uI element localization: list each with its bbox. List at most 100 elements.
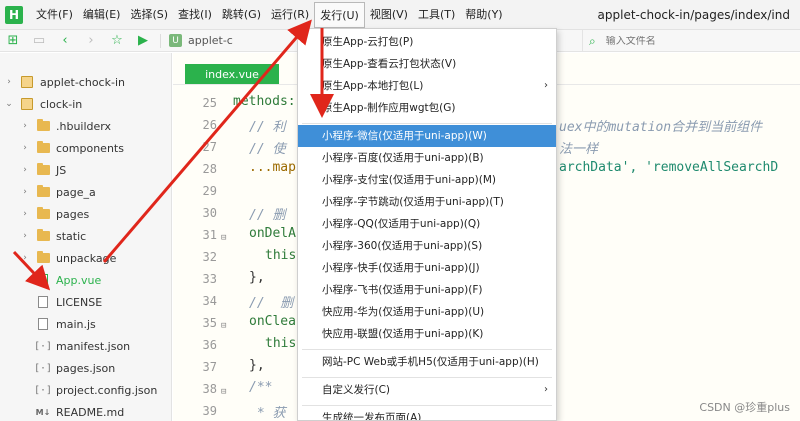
tree-item-pages[interactable]: › pages: [20, 203, 89, 225]
menu-item-label: 自定义发行(C): [322, 384, 391, 396]
tree-item-project-config-json[interactable]: [·] project.config.json: [33, 379, 157, 401]
menu-item-label: 快应用-联盟(仅适用于uni-app)(K): [322, 328, 484, 340]
tree-item-applet-chock-in[interactable]: › applet-chock-in: [4, 71, 125, 93]
menu-item-mp-weixin[interactable]: 小程序-微信(仅适用于uni-app)(W): [298, 125, 556, 147]
tab-index-vue[interactable]: index.vue: [185, 64, 279, 84]
menu-item-quickapp-huawei[interactable]: 快应用-华为(仅适用于uni-app)(U): [298, 301, 556, 323]
toolbar-divider: [160, 33, 161, 48]
menu-goto[interactable]: 跳转(G): [217, 2, 266, 28]
tree-item-license[interactable]: LICENSE: [36, 291, 102, 313]
line-number: 33: [202, 272, 217, 286]
new-file-icon[interactable]: ⊞: [0, 30, 26, 52]
tree-item-label: .hbuilderx: [56, 119, 112, 133]
menu-item-mp-alipay[interactable]: 小程序-支付宝(仅适用于uni-app)(M): [298, 169, 556, 191]
line-number: 25: [202, 96, 217, 110]
menu-edit[interactable]: 编辑(E): [78, 2, 126, 28]
tree-item-manifest-json[interactable]: [·] manifest.json: [34, 335, 130, 357]
menu-item-app-cloud-pack[interactable]: 原生App-云打包(P): [298, 31, 556, 53]
file-search-box: ⌕: [582, 30, 800, 52]
chevron-right-icon[interactable]: ›: [20, 209, 30, 219]
star-icon[interactable]: ☆: [104, 30, 130, 52]
line-number: 38: [202, 382, 217, 396]
menu-item-generate-publish-page[interactable]: 生成统一发布页面(A): [298, 407, 556, 421]
menu-item-mp-lark[interactable]: 小程序-飞书(仅适用于uni-app)(F): [298, 279, 556, 301]
menu-item-label: 快应用-华为(仅适用于uni-app)(U): [322, 306, 485, 318]
tree-item-unpackage[interactable]: › unpackage: [20, 247, 116, 269]
chevron-right-icon[interactable]: ›: [20, 121, 30, 131]
line-number: 36: [202, 338, 217, 352]
chevron-right-icon[interactable]: ›: [20, 187, 30, 197]
tree-item-hbuilderx[interactable]: › .hbuilderx: [20, 115, 111, 137]
code-line: onDelA: [249, 226, 296, 241]
tree-item-label: pages.json: [56, 361, 116, 375]
fold-toggle-icon[interactable]: ⊟: [221, 321, 226, 331]
tree-item-main-js[interactable]: main.js: [36, 313, 96, 335]
menu-file[interactable]: 文件(F): [31, 2, 78, 28]
tree-item-static[interactable]: › static: [20, 225, 86, 247]
json-file-icon: [·]: [33, 384, 53, 396]
menu-item-label: 小程序-微信(仅适用于uni-app)(W): [322, 130, 487, 142]
tree-item-js[interactable]: › JS: [20, 159, 66, 181]
tree-item-pages-json[interactable]: [·] pages.json: [33, 357, 116, 379]
code-line: methods:: [233, 94, 296, 109]
chevron-right-icon[interactable]: ›: [4, 77, 14, 87]
menu-help[interactable]: 帮助(Y): [460, 2, 507, 28]
menu-item-mp-kuaishou[interactable]: 小程序-快手(仅适用于uni-app)(J): [298, 257, 556, 279]
tree-item-app-vue[interactable]: V App.vue: [36, 269, 101, 291]
forward-icon[interactable]: ›: [78, 30, 104, 52]
menu-item-web-h5[interactable]: 网站-PC Web或手机H5(仅适用于uni-app)(H): [298, 351, 556, 373]
back-icon[interactable]: ‹: [52, 30, 78, 52]
tree-item-page-a[interactable]: › page_a: [20, 181, 96, 203]
menu-item-app-local-pack[interactable]: 原生App-本地打包(L) ›: [298, 75, 556, 97]
chevron-right-icon[interactable]: ›: [20, 231, 30, 241]
tree-item-clock-in[interactable]: ⌄ clock-in: [4, 93, 82, 115]
menu-item-label: 原生App-云打包(P): [322, 36, 414, 48]
menu-tools[interactable]: 工具(T): [413, 2, 460, 28]
menu-separator: [302, 405, 552, 406]
code-line: this: [265, 248, 297, 263]
chevron-down-icon[interactable]: ⌄: [4, 99, 14, 109]
run-icon[interactable]: ▶: [130, 30, 156, 52]
breadcrumb[interactable]: applet-c: [188, 34, 248, 47]
file-search-input[interactable]: [605, 35, 776, 47]
tree-item-components[interactable]: › components: [20, 137, 124, 159]
line-number: 29: [202, 184, 217, 198]
save-icon[interactable]: ▭: [26, 30, 52, 52]
line-number: 34: [202, 294, 217, 308]
menu-item-custom-publish[interactable]: 自定义发行(C) ›: [298, 379, 556, 401]
menu-select[interactable]: 选择(S): [125, 2, 173, 28]
menu-item-label: 生成统一发布页面(A): [322, 412, 422, 421]
menu-item-label: 小程序-QQ(仅适用于uni-app)(Q): [322, 218, 481, 230]
menu-item-label: 小程序-飞书(仅适用于uni-app)(F): [322, 284, 483, 296]
folder-icon: [36, 185, 50, 198]
tree-item-label: App.vue: [56, 273, 102, 287]
menu-item-quickapp-union[interactable]: 快应用-联盟(仅适用于uni-app)(K): [298, 323, 556, 345]
code-line: // 使: [249, 142, 286, 157]
menu-item-mp-toutiao[interactable]: 小程序-字节跳动(仅适用于uni-app)(T): [298, 191, 556, 213]
fold-toggle-icon[interactable]: ⊟: [221, 387, 226, 397]
menu-item-mp-360[interactable]: 小程序-360(仅适用于uni-app)(S): [298, 235, 556, 257]
code-line: this: [265, 336, 297, 351]
submenu-arrow-icon: ›: [544, 384, 548, 395]
menu-item-app-wgt-pack[interactable]: 原生App-制作应用wgt包(G): [298, 97, 556, 119]
project-folder-icon: [20, 98, 34, 110]
menu-item-mp-qq[interactable]: 小程序-QQ(仅适用于uni-app)(Q): [298, 213, 556, 235]
menu-publish[interactable]: 发行(U): [314, 1, 365, 28]
chevron-right-icon[interactable]: ›: [20, 143, 30, 153]
menu-view[interactable]: 视图(V): [365, 2, 413, 28]
fold-toggle-icon[interactable]: ⊟: [221, 233, 226, 243]
json-file-icon: [·]: [33, 362, 53, 374]
line-number: 26: [202, 118, 217, 132]
menu-item-mp-baidu[interactable]: 小程序-百度(仅适用于uni-app)(B): [298, 147, 556, 169]
chevron-right-icon[interactable]: ›: [20, 165, 30, 175]
tree-item-label: JS: [56, 163, 67, 177]
line-number: 31: [202, 228, 217, 242]
menu-find[interactable]: 查找(I): [173, 2, 217, 28]
menu-item-app-cloud-status[interactable]: 原生App-查看云打包状态(V): [298, 53, 556, 75]
chevron-right-icon[interactable]: ›: [20, 253, 30, 263]
menu-run[interactable]: 运行(R): [266, 2, 314, 28]
code-line: },: [249, 358, 265, 373]
tree-item-label: clock-in: [40, 97, 83, 111]
tree-item-readme-md[interactable]: M↓ README.md: [36, 401, 125, 421]
project-icon: U: [169, 34, 182, 47]
